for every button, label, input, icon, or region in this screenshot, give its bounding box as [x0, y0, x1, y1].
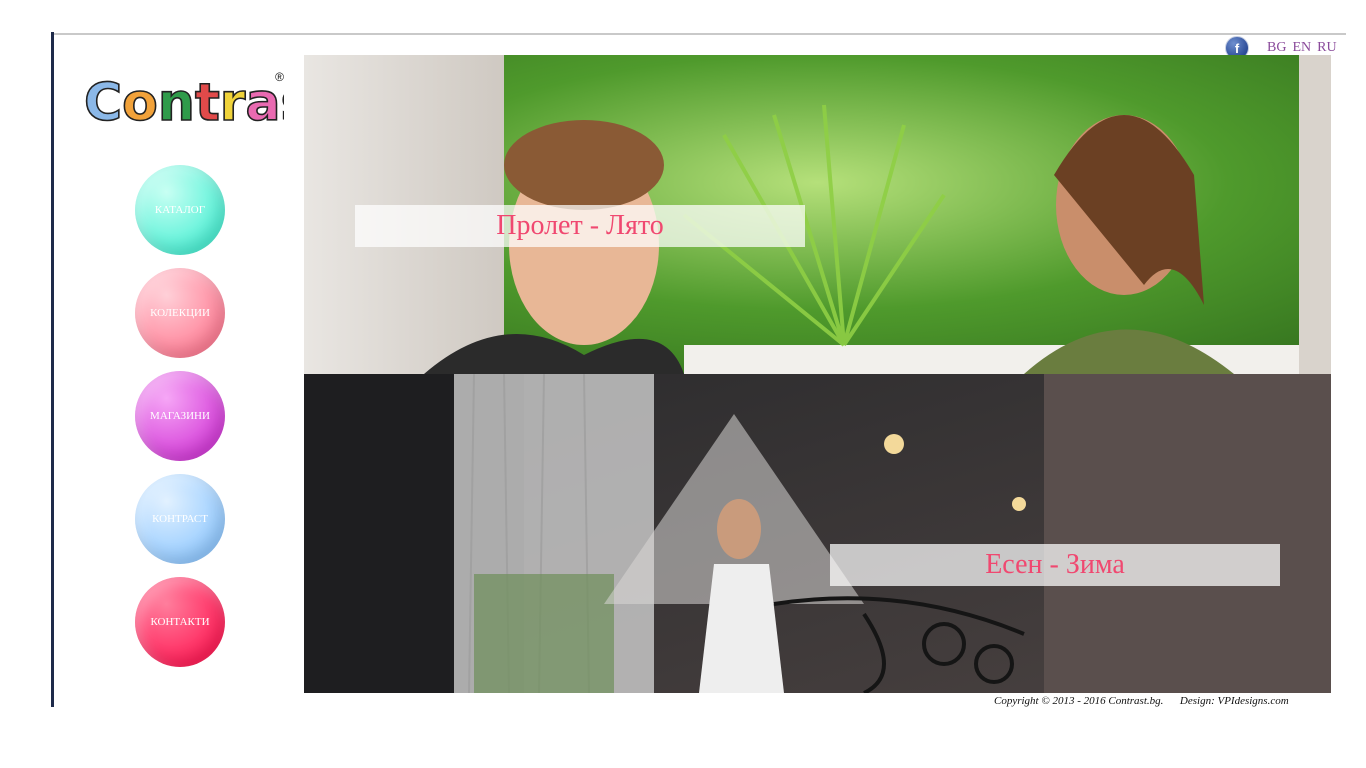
- top-divider: [53, 33, 1346, 35]
- copyright-text: Copyright © 2013 - 2016 Contrast.bg.: [994, 695, 1164, 707]
- registered-mark: ®: [275, 70, 284, 84]
- lang-en-link[interactable]: EN: [1292, 40, 1311, 56]
- lang-ru-link[interactable]: RU: [1317, 40, 1336, 56]
- autumn-winter-banner[interactable]: Есен - Зима: [304, 374, 1331, 693]
- nav-catalog-button[interactable]: КАТАЛОГ: [135, 165, 225, 255]
- footer: Copyright © 2013 - 2016 Contrast.bg. Des…: [994, 695, 1289, 707]
- nav-contrast-button[interactable]: КОНТРАСТ: [135, 474, 225, 564]
- nav-contacts-button[interactable]: КОНТАКТИ: [135, 577, 225, 667]
- spring-summer-banner[interactable]: Пролет - Лято: [304, 55, 1331, 374]
- svg-text:Contrast: Contrast: [84, 73, 284, 130]
- nav-collections-button[interactable]: КОЛЕКЦИИ: [135, 268, 225, 358]
- lang-bg-link[interactable]: BG: [1267, 40, 1286, 56]
- contrast-logo[interactable]: Contrast ®: [83, 70, 337, 134]
- left-border: [51, 32, 54, 707]
- nav-stores-button[interactable]: МАГАЗИНИ: [135, 371, 225, 461]
- spring-summer-caption[interactable]: Пролет - Лято: [355, 205, 805, 247]
- main-nav: КАТАЛОГ КОЛЕКЦИИ МАГАЗИНИ КОНТРАСТ КОНТА…: [135, 165, 225, 680]
- autumn-winter-photo: [304, 374, 1331, 693]
- autumn-winter-caption[interactable]: Есен - Зима: [830, 544, 1280, 586]
- design-credit-link[interactable]: Design: VPIdesigns.com: [1180, 695, 1289, 707]
